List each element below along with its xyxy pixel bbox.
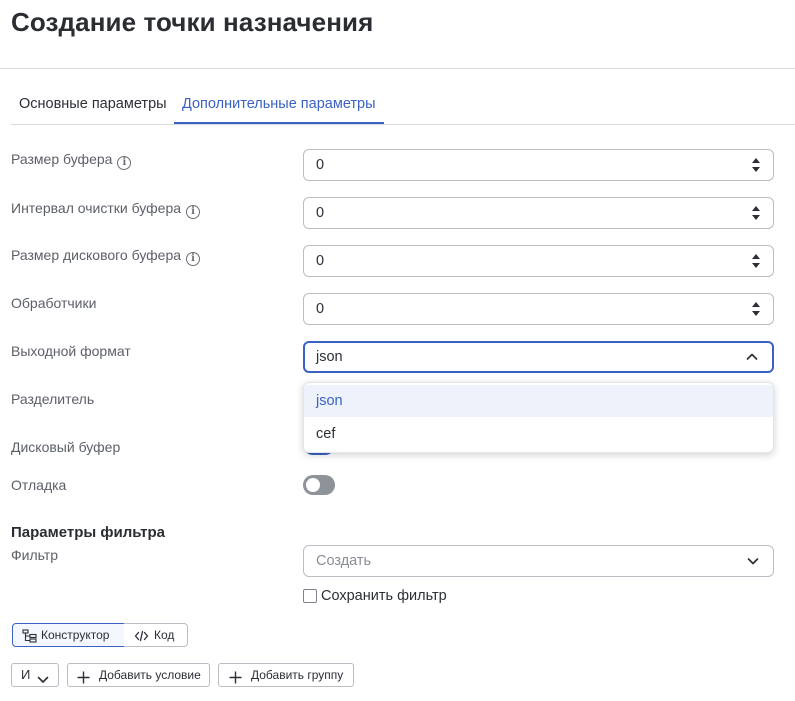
save-filter-checkbox[interactable] xyxy=(303,589,317,603)
toggle-knob xyxy=(306,478,320,492)
disk-buffer-label: Дисковый буфер xyxy=(11,439,121,455)
disk-buffer-size-label-text: Размер дискового буфера xyxy=(11,247,182,263)
spinner-icon[interactable] xyxy=(752,254,761,268)
tree-icon xyxy=(22,628,37,650)
output-format-select[interactable]: json xyxy=(303,341,774,373)
page-title: Создание точки назначения xyxy=(11,7,374,37)
tab-bar: Основные параметры Дополнительные параме… xyxy=(11,86,795,125)
code-icon xyxy=(134,628,149,650)
buffer-size-input[interactable]: 0 xyxy=(303,149,774,181)
save-filter-label: Сохранить фильтр xyxy=(321,588,447,604)
spinner-icon[interactable] xyxy=(752,158,761,172)
spinner-icon[interactable] xyxy=(752,302,761,316)
tab-additional-params[interactable]: Дополнительные параметры xyxy=(174,86,384,124)
debug-label: Отладка xyxy=(11,477,67,493)
flush-interval-label: Интервал очистки буфера i xyxy=(11,200,201,219)
handlers-input[interactable]: 0 xyxy=(303,293,774,325)
plus-icon xyxy=(229,669,242,691)
delimiter-label: Разделитель xyxy=(11,391,95,407)
add-group-button[interactable]: Добавить группу xyxy=(218,663,354,687)
info-icon[interactable]: i xyxy=(186,205,201,219)
filter-section-title: Параметры фильтра xyxy=(11,524,165,541)
disk-buffer-size-value: 0 xyxy=(316,253,325,269)
buffer-size-value: 0 xyxy=(316,157,325,173)
handlers-label: Обработчики xyxy=(11,295,97,311)
add-condition-label: Добавить условие xyxy=(99,668,201,682)
flush-interval-input[interactable]: 0 xyxy=(303,197,774,229)
disk-buffer-size-input[interactable]: 0 xyxy=(303,245,774,277)
option-json[interactable]: json xyxy=(304,385,773,417)
code-mode-button[interactable]: Код xyxy=(124,623,188,647)
output-format-dropdown: json cef xyxy=(303,382,774,453)
constructor-mode-button[interactable]: Конструктор xyxy=(12,623,125,647)
option-cef[interactable]: cef xyxy=(304,418,773,450)
info-icon[interactable]: i xyxy=(186,252,201,266)
chevron-up-icon[interactable] xyxy=(746,351,758,363)
logic-operator-select[interactable]: И xyxy=(11,663,59,687)
debug-toggle[interactable] xyxy=(303,475,335,495)
spinner-icon[interactable] xyxy=(752,206,761,220)
logic-operator-value: И xyxy=(21,667,31,682)
info-icon[interactable]: i xyxy=(117,156,132,170)
filter-placeholder: Создать xyxy=(316,553,372,569)
constructor-mode-label: Конструктор xyxy=(41,628,110,642)
chevron-down-icon[interactable] xyxy=(747,555,759,567)
code-mode-label: Код xyxy=(154,628,175,642)
buffer-size-label: Размер буфера i xyxy=(11,151,132,170)
chevron-down-icon xyxy=(37,670,49,692)
filter-label: Фильтр xyxy=(11,547,59,563)
filter-select[interactable]: Создать xyxy=(303,545,774,577)
flush-interval-value: 0 xyxy=(316,205,325,221)
output-format-label: Выходной формат xyxy=(11,343,131,359)
tab-main-params[interactable]: Основные параметры xyxy=(19,86,167,124)
plus-icon xyxy=(77,669,90,691)
flush-interval-label-text: Интервал очистки буфера xyxy=(11,200,182,216)
handlers-value: 0 xyxy=(316,301,325,317)
buffer-size-label-text: Размер буфера xyxy=(11,151,113,167)
disk-buffer-size-label: Размер дискового буфера i xyxy=(11,247,201,266)
add-group-label: Добавить группу xyxy=(251,668,344,682)
output-format-value: json xyxy=(316,349,343,365)
header-divider xyxy=(0,68,795,69)
add-condition-button[interactable]: Добавить условие xyxy=(67,663,210,687)
